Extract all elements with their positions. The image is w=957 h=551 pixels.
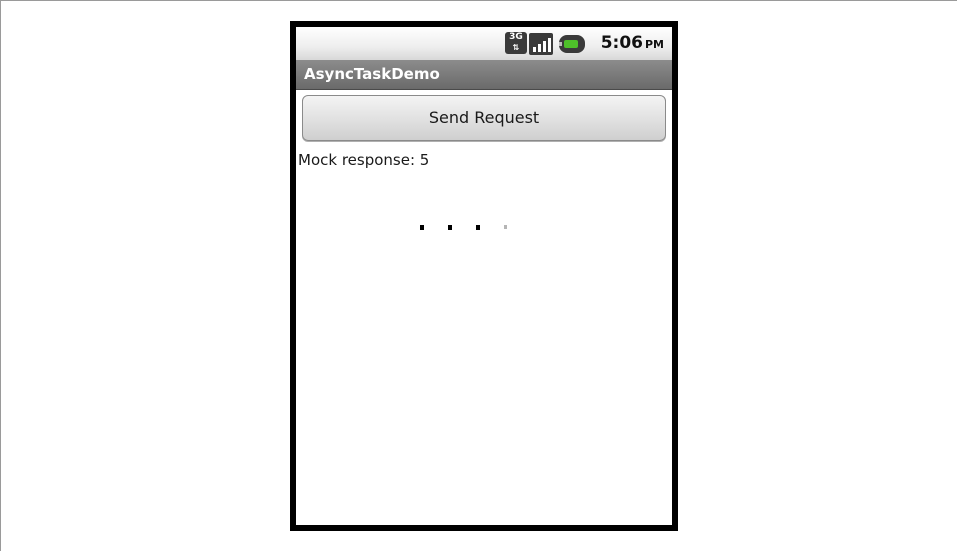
screenshot-canvas: 3G ⇅ 5:06 PM AsyncTaskDemo Send Request M… xyxy=(0,0,957,551)
clock-time: 5:06 xyxy=(600,33,643,53)
progress-dot xyxy=(476,225,480,230)
battery-icon xyxy=(559,35,585,53)
status-bar: 3G ⇅ 5:06 PM xyxy=(296,27,672,60)
network-type-label: 3G xyxy=(509,32,523,42)
app-title-bar: AsyncTaskDemo xyxy=(296,60,672,90)
progress-dot xyxy=(504,225,507,229)
progress-dot xyxy=(420,225,424,230)
send-request-button[interactable]: Send Request xyxy=(302,95,666,141)
response-text: Mock response: 5 xyxy=(298,151,430,169)
clock-ampm: PM xyxy=(644,38,664,51)
3g-data-icon: 3G ⇅ xyxy=(505,32,527,54)
app-title: AsyncTaskDemo xyxy=(304,65,440,83)
status-clock: 5:06 PM xyxy=(601,33,664,53)
signal-strength-icon xyxy=(529,33,553,55)
progress-dot xyxy=(448,225,452,230)
progress-spinner xyxy=(416,223,516,233)
phone-screen: 3G ⇅ 5:06 PM AsyncTaskDemo Send Request M… xyxy=(290,21,678,531)
